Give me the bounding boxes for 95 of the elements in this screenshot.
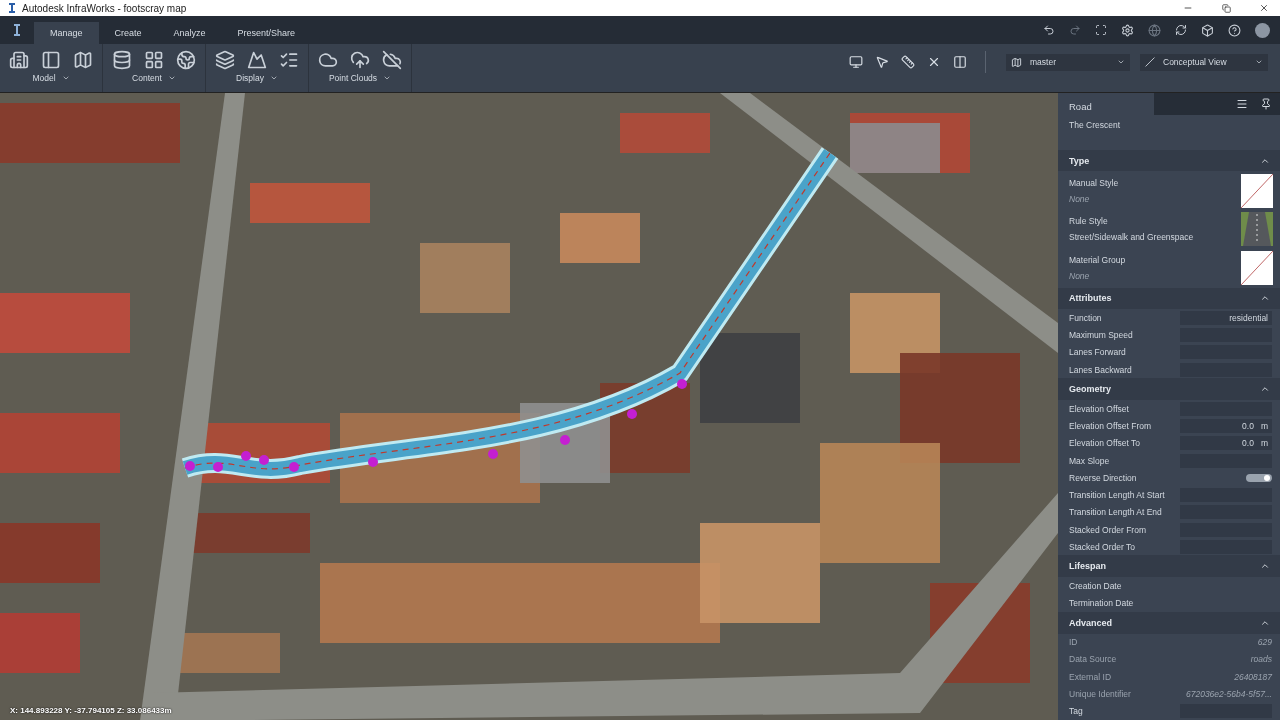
menu-icon[interactable] xyxy=(1236,97,1248,110)
caret-icon xyxy=(61,74,70,82)
layers-icon[interactable] xyxy=(215,50,235,70)
panel-title: Road xyxy=(1068,100,1093,114)
property-label: Max Slope xyxy=(1069,455,1110,466)
section-header[interactable]: Geometry xyxy=(1058,378,1280,401)
property-value: roads xyxy=(1250,654,1272,665)
caret-icon xyxy=(1255,58,1263,66)
property-label: Elevation Offset To xyxy=(1069,438,1141,449)
caret-icon xyxy=(167,74,176,82)
property-label: Rule Style xyxy=(1069,216,1109,227)
app-logo-icon[interactable] xyxy=(13,24,21,36)
ribbon-tab[interactable]: Present/Share xyxy=(221,22,312,44)
undo-icon[interactable] xyxy=(1043,24,1055,36)
mountain-icon[interactable] xyxy=(247,50,267,70)
property-value: Street/Sidewalk and Greenspace xyxy=(1069,232,1194,243)
settings-icon[interactable] xyxy=(1121,23,1134,37)
window-title: Autodesk InfraWorks - footscray map xyxy=(22,2,188,14)
property-label: External ID xyxy=(1069,671,1112,682)
property-label: Stacked Order To xyxy=(1069,541,1135,552)
cube-icon[interactable] xyxy=(1201,23,1214,37)
building-icon[interactable] xyxy=(9,50,29,70)
app-logo-icon xyxy=(8,3,16,13)
cross-icon[interactable] xyxy=(927,55,941,69)
pin-icon[interactable] xyxy=(1260,97,1272,110)
road-style-preview[interactable] xyxy=(1241,212,1273,247)
coordinates-readout: X: 144.893228 Y: -37.794105 Z: 33.086433m xyxy=(10,706,172,715)
property-value: None xyxy=(1069,193,1091,204)
empty-style-preview[interactable] xyxy=(1241,251,1273,286)
redo-icon[interactable] xyxy=(1069,24,1081,36)
proposal-dropdown[interactable]: master xyxy=(1006,53,1130,71)
empty-style-preview[interactable] xyxy=(1241,173,1273,208)
ribbon-group-menu[interactable]: Content xyxy=(128,72,180,84)
toggle-switch[interactable] xyxy=(1246,473,1272,482)
property-label: Elevation Offset From xyxy=(1069,421,1152,432)
grid-icon[interactable] xyxy=(144,50,164,70)
property-label: Material Group xyxy=(1069,255,1126,266)
user-avatar[interactable] xyxy=(1255,22,1270,38)
pointer-icon[interactable] xyxy=(875,55,889,69)
cloud-off-icon[interactable] xyxy=(382,50,402,70)
monitor-icon[interactable] xyxy=(849,55,863,69)
ribbon-tab[interactable]: Analyze xyxy=(157,22,222,44)
columns-icon[interactable] xyxy=(953,55,967,69)
caret-icon xyxy=(1117,58,1125,66)
property-label: Function xyxy=(1069,313,1102,323)
property-label: Elevation Offset xyxy=(1069,403,1129,414)
property-value: 26408187 xyxy=(1234,671,1272,682)
property-value: 672036e2-56b4-5f57... xyxy=(1185,688,1272,699)
map-icon xyxy=(1011,56,1022,68)
section-header[interactable]: Lifespan xyxy=(1058,555,1280,578)
section-header[interactable]: Advanced xyxy=(1058,611,1280,634)
section-header[interactable]: Type xyxy=(1058,149,1280,172)
property-field[interactable]: 0.0 m xyxy=(1180,419,1272,434)
caret-icon xyxy=(269,74,278,82)
slash-icon xyxy=(1145,57,1155,67)
section-header[interactable]: Attributes xyxy=(1058,287,1280,310)
property-value: None xyxy=(1069,271,1091,282)
property-field[interactable]: 0.0 m xyxy=(1180,436,1272,451)
database-icon[interactable] xyxy=(112,50,132,70)
close-icon[interactable] xyxy=(1259,3,1269,13)
property-label: Maximum Speed xyxy=(1069,330,1133,341)
property-label: Reverse Direction xyxy=(1069,472,1137,483)
globe-icon[interactable] xyxy=(1148,23,1161,37)
restore-icon[interactable] xyxy=(1221,3,1231,13)
property-label: Stacked Order From xyxy=(1069,524,1146,535)
property-label: Creation Date xyxy=(1069,580,1122,591)
property-label: Transition Length At Start xyxy=(1069,490,1165,501)
help-icon[interactable] xyxy=(1228,23,1241,37)
feature-name: The Crescent xyxy=(1068,118,1122,132)
ribbon-group-menu[interactable]: Point Clouds xyxy=(324,72,396,84)
property-label: Data Source xyxy=(1069,654,1117,665)
sync-icon[interactable] xyxy=(1175,24,1187,36)
property-field[interactable]: residential xyxy=(1180,311,1272,325)
ribbon-group-menu[interactable]: Display xyxy=(232,72,282,84)
property-label: ID xyxy=(1069,637,1078,648)
map-icon[interactable] xyxy=(73,50,93,70)
property-label: Transition Length At End xyxy=(1069,507,1162,518)
ruler-icon[interactable] xyxy=(901,55,915,69)
property-label: Unique Identifier xyxy=(1069,688,1131,699)
ribbon-tab[interactable]: Create xyxy=(98,22,158,44)
panel-icon[interactable] xyxy=(41,50,61,70)
property-label: Manual Style xyxy=(1069,177,1119,188)
property-value: 629 xyxy=(1257,637,1272,648)
property-label: Lanes Backward xyxy=(1069,364,1132,375)
caret-icon xyxy=(383,74,392,82)
view-mode-dropdown[interactable]: Conceptual View xyxy=(1140,53,1268,71)
checklist-icon[interactable] xyxy=(279,50,299,70)
property-label: Termination Date xyxy=(1069,598,1134,609)
ribbon-group-menu[interactable]: Model xyxy=(28,72,74,84)
ribbon-tab[interactable]: Manage xyxy=(34,22,99,44)
cloud-upload-icon[interactable] xyxy=(350,50,370,70)
property-label: Lanes Forward xyxy=(1069,347,1126,358)
cloud-icon[interactable] xyxy=(318,50,338,70)
fit-view-icon[interactable] xyxy=(1095,24,1107,36)
property-label: Tag xyxy=(1069,706,1083,717)
